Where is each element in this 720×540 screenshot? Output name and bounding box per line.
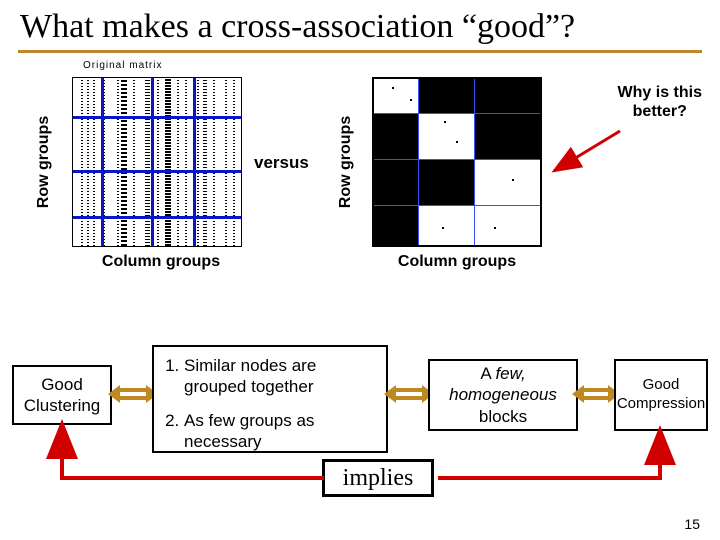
good-compression-box: GoodCompression xyxy=(614,359,708,431)
flow-region: GoodClustering Similar nodes are grouped… xyxy=(0,333,720,508)
homogeneous-blocks-box: A few, homogeneous blocks xyxy=(428,359,578,431)
original-matrix: Original matrix xyxy=(72,77,242,247)
criterion-1: Similar nodes are grouped together xyxy=(184,355,376,398)
clustered-matrix xyxy=(372,77,542,247)
original-matrix-caption: Original matrix xyxy=(83,60,162,71)
arrow-clustering-to-criteria-icon xyxy=(118,386,148,404)
blocks-line1-prefix: A xyxy=(480,364,495,383)
criterion-2: As few groups as necessary xyxy=(184,410,376,453)
slide-number: 15 xyxy=(684,516,700,532)
comparison-region: Row groups Original matrix Column groups… xyxy=(0,53,720,333)
row-groups-label-left: Row groups xyxy=(35,116,53,208)
arrow-blocks-to-compression-icon xyxy=(582,386,610,404)
blocks-homogeneous: homogeneous xyxy=(430,384,576,405)
why-better-label: Why is thisbetter? xyxy=(618,83,702,121)
column-groups-label-right: Column groups xyxy=(392,253,522,271)
versus-label: versus xyxy=(254,153,309,173)
column-groups-label-left: Column groups xyxy=(96,253,226,271)
why-arrow-icon xyxy=(550,123,630,183)
slide-title: What makes a cross-association “good”? xyxy=(0,0,720,50)
blocks-line3: blocks xyxy=(430,406,576,427)
good-clustering-box: GoodClustering xyxy=(12,365,112,425)
arrow-criteria-to-blocks-icon xyxy=(394,386,424,404)
implies-box: implies xyxy=(322,459,434,497)
row-groups-label-right: Row groups xyxy=(337,116,355,208)
criteria-box: Similar nodes are grouped together As fe… xyxy=(152,345,388,453)
blocks-few: few, xyxy=(495,364,525,383)
